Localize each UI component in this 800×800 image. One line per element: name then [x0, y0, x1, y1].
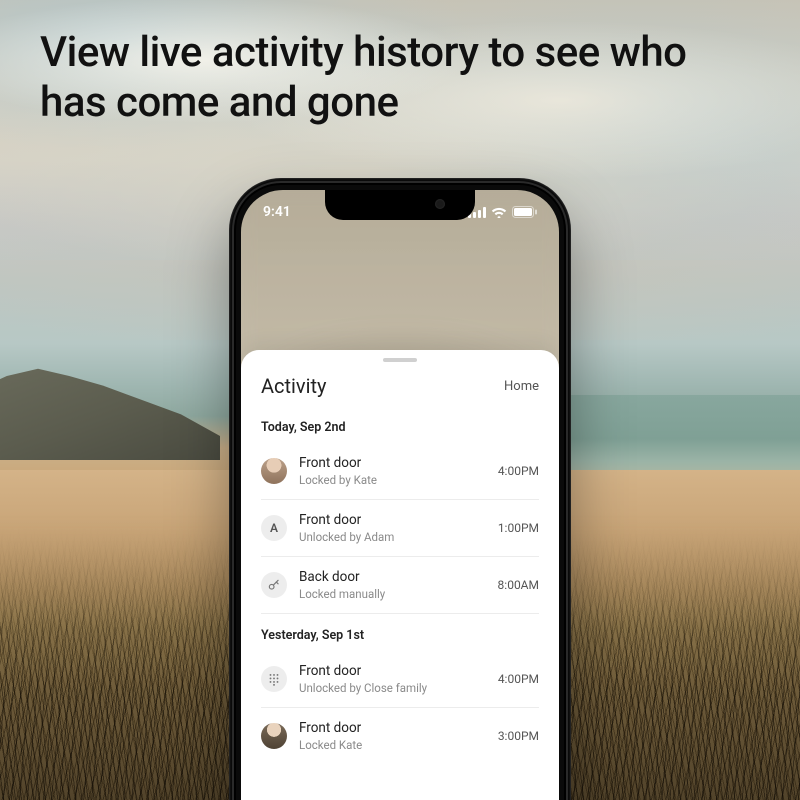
avatar: A [261, 515, 287, 541]
sheet-home-link[interactable]: Home [504, 379, 539, 394]
activity-row[interactable]: Front door Unlocked by Close family 4:00… [261, 651, 539, 708]
status-right [468, 206, 537, 218]
marketing-stage: View live activity history to see who ha… [0, 0, 800, 800]
activity-row[interactable]: A Front door Unlocked by Adam 1:00PM [261, 500, 539, 557]
activity-time: 4:00PM [498, 464, 539, 478]
headline: View live activity history to see who ha… [40, 28, 740, 127]
activity-row[interactable]: Back door Locked manually 8:00AM [261, 557, 539, 614]
activity-time: 8:00AM [498, 578, 539, 592]
activity-door: Front door [299, 720, 486, 736]
keypad-icon [261, 666, 287, 692]
activity-action: Locked manually [299, 587, 486, 601]
activity-door: Front door [299, 455, 486, 471]
status-time: 9:41 [263, 204, 291, 220]
wifi-icon [491, 207, 507, 218]
activity-door: Front door [299, 663, 486, 679]
activity-action: Unlocked by Adam [299, 530, 486, 544]
avatar [261, 458, 287, 484]
activity-time: 3:00PM [498, 729, 539, 743]
activity-action: Unlocked by Close family [299, 681, 486, 695]
activity-door: Back door [299, 569, 486, 585]
sheet-title: Activity [261, 374, 326, 398]
activity-time: 1:00PM [498, 521, 539, 535]
activity-time: 4:00PM [498, 672, 539, 686]
phone-notch [325, 190, 475, 220]
sheet-grabber[interactable] [383, 358, 417, 362]
activity-action: Locked by Kate [299, 473, 486, 487]
activity-door: Front door [299, 512, 486, 528]
section-label: Today, Sep 2nd [261, 420, 539, 435]
sheet-header: Activity Home [241, 368, 559, 412]
activity-action: Locked Kate [299, 738, 486, 752]
bg-mountain [0, 340, 220, 460]
key-icon [261, 572, 287, 598]
phone-frame: 9:41 Activity Home Today, Sep 2nd [229, 178, 571, 800]
battery-icon [512, 206, 537, 218]
activity-list[interactable]: Today, Sep 2nd Front door Locked by Kate… [241, 412, 559, 764]
activity-row[interactable]: Front door Locked Kate 3:00PM [261, 708, 539, 764]
avatar [261, 723, 287, 749]
activity-row[interactable]: Front door Locked by Kate 4:00PM [261, 443, 539, 500]
phone-screen: 9:41 Activity Home Today, Sep 2nd [241, 190, 559, 800]
section-label: Yesterday, Sep 1st [261, 628, 539, 643]
activity-sheet[interactable]: Activity Home Today, Sep 2nd Front door … [241, 350, 559, 800]
